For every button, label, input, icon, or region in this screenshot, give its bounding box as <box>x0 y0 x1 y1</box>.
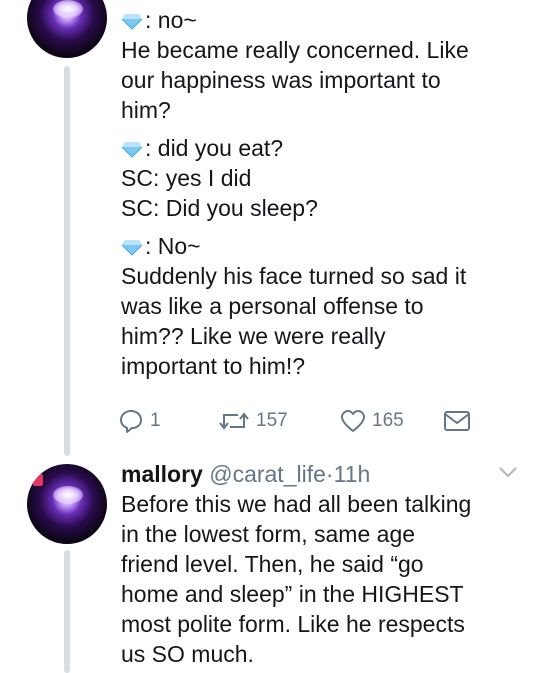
like-count: 165 <box>372 410 404 431</box>
thread-line <box>64 66 70 456</box>
tweet-line: friend level. Then, he said “go <box>121 551 424 577</box>
tweet-line: : no~ <box>121 5 469 35</box>
like-button[interactable]: 165 <box>340 405 404 437</box>
reply-button[interactable]: 1 <box>118 405 161 437</box>
display-name[interactable]: mallory <box>121 461 203 487</box>
heart-icon <box>341 410 365 432</box>
diamond-icon <box>121 14 143 30</box>
diamond-icon <box>121 240 143 256</box>
tweet-line: SC: Did you sleep? <box>121 195 318 221</box>
reply-icon <box>120 410 142 433</box>
tweet-line: SC: yes I did <box>121 165 252 191</box>
tweet-line: home and sleep” in the HIGHEST <box>121 581 464 607</box>
avatar[interactable] <box>27 464 107 544</box>
envelope-icon <box>444 411 470 431</box>
retweet-button[interactable]: 157 <box>218 405 288 437</box>
avatar[interactable] <box>27 0 107 58</box>
tweet-line: in the lowest form, same age <box>121 521 416 547</box>
tweet-line: us SO much. <box>121 641 254 667</box>
meta-separator: · <box>325 461 334 487</box>
reply-count: 1 <box>150 410 161 431</box>
handle[interactable]: @carat_life <box>209 461 326 487</box>
retweet-count: 157 <box>256 410 288 431</box>
avatar-glow <box>53 486 83 504</box>
tweet-line: Before this we had all been talking <box>121 491 472 517</box>
tweet-line: most polite form. Like he respects <box>121 611 465 637</box>
thread-line <box>64 550 70 673</box>
tweet-header: mallory @carat_life·11h <box>121 459 370 489</box>
tweet-line: He became really concerned. Like <box>121 37 469 63</box>
tweet-line: : did you eat? <box>121 133 469 163</box>
tweet-line: him?? Like we were really <box>121 323 386 349</box>
tweet-line: was like a personal offense to <box>121 293 424 319</box>
tweet-line: our happiness was important to <box>121 67 441 93</box>
tweet-line: : No~ <box>121 231 469 261</box>
chevron-down-icon[interactable] <box>497 465 519 479</box>
tweet-line: Suddenly his face turned so sad it <box>121 263 467 289</box>
tweet-text: Before this we had all been talking in t… <box>121 489 471 669</box>
retweet-icon <box>219 412 249 430</box>
dm-button[interactable] <box>443 405 471 437</box>
timestamp[interactable]: 11h <box>334 461 371 487</box>
tweet-line: important to him!? <box>121 353 306 379</box>
tweet-line: him? <box>121 97 171 123</box>
tweet-text: : no~ He became really concerned. Like o… <box>121 5 469 381</box>
avatar-glow <box>53 0 83 18</box>
avatar-accent <box>33 474 43 486</box>
diamond-icon <box>121 142 143 158</box>
